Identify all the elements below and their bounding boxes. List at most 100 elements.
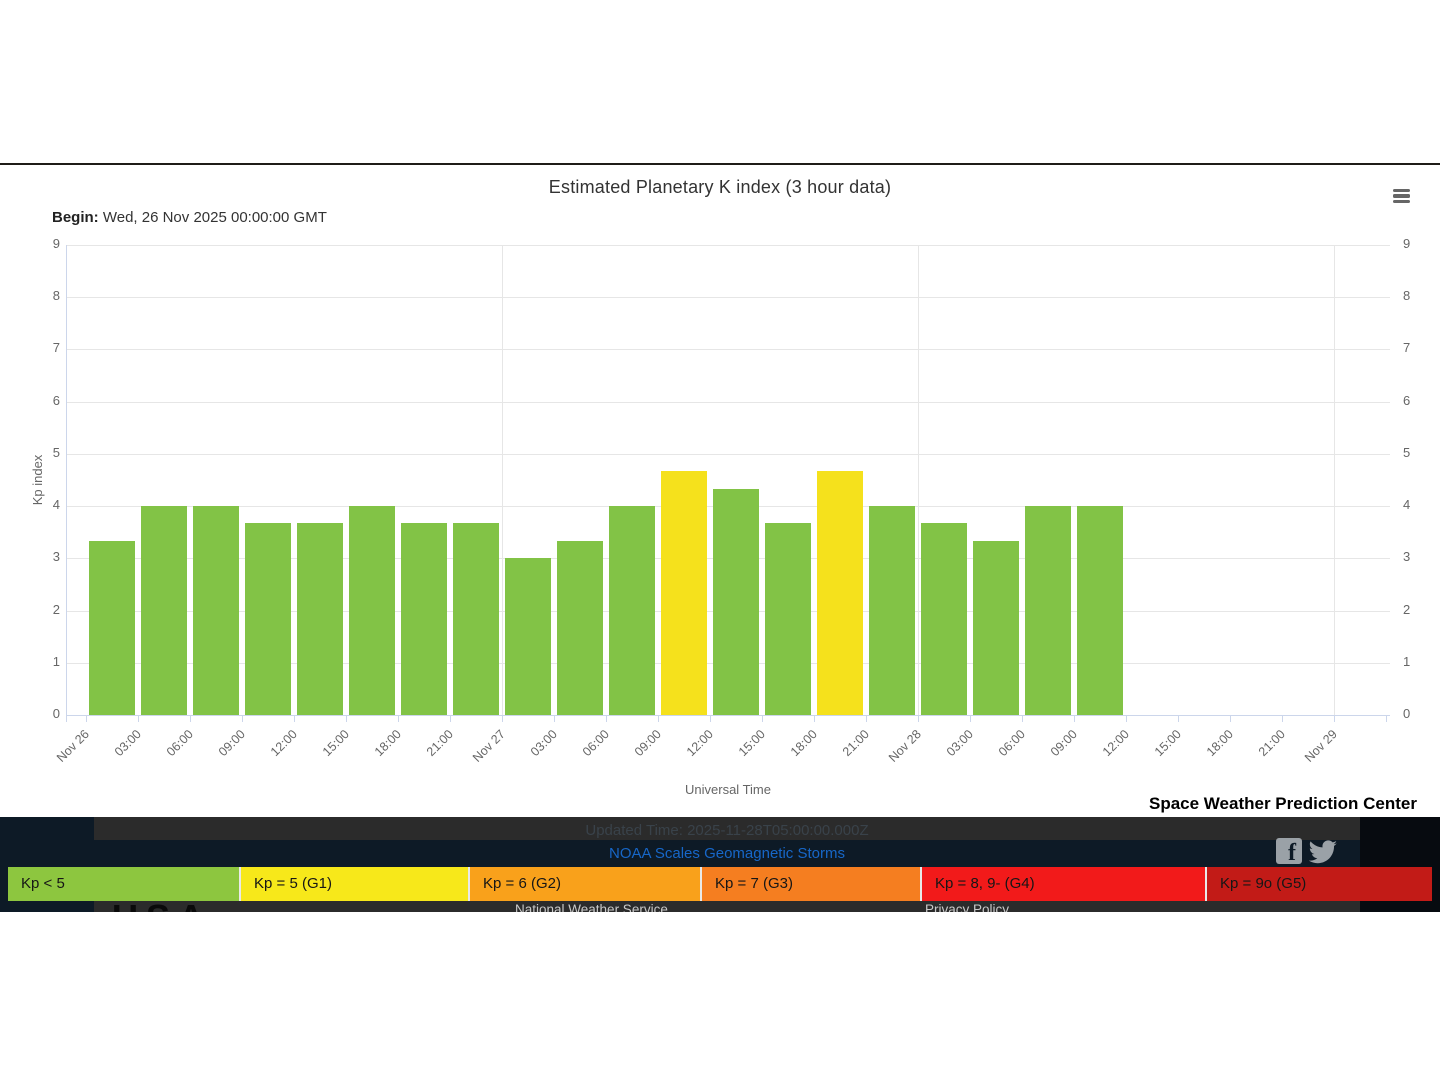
kp-bar[interactable] [1025,506,1071,715]
y-gridline [66,454,1390,455]
y-tick-label: 9 [30,236,60,251]
privacy-policy-link[interactable]: Privacy Policy [925,902,1009,912]
hamburger-icon [1393,200,1410,203]
kp-bar[interactable] [1077,506,1123,715]
kp-bar[interactable] [973,541,1019,715]
y-tick-label: 0 [1403,706,1410,721]
page-footer: Updated Time: 2025-11-28T05:00:00.000Z N… [0,817,1440,912]
kp-bar[interactable] [557,541,603,715]
y-gridline [66,297,1390,298]
kp-bar[interactable] [765,523,811,715]
x-axis-tick [1178,716,1179,722]
y-tick-label: 4 [1403,497,1410,512]
kp-bar[interactable] [349,506,395,715]
y-tick-label: 4 [30,497,60,512]
x-axis-tick [970,716,971,722]
x-axis-tick [1022,716,1023,722]
x-axis-tick [606,716,607,722]
kp-bar[interactable] [297,523,343,715]
hamburger-icon [1393,189,1410,192]
x-axis-tick [346,716,347,722]
day-gridline [502,245,503,715]
kp-bar[interactable] [661,471,707,715]
y-tick-label: 0 [30,706,60,721]
y-tick-label: 7 [1403,340,1410,355]
begin-value: Wed, 26 Nov 2025 00:00:00 GMT [103,209,327,226]
x-axis-tick [1074,716,1075,722]
x-axis-tick [658,716,659,722]
y-tick-label: 3 [1403,549,1410,564]
x-axis-tick [190,716,191,722]
twitter-icon[interactable] [1309,840,1337,864]
x-axis-tick [918,716,919,722]
day-gridline [918,245,919,715]
kp-bar[interactable] [713,489,759,715]
y-tick-label: 7 [30,340,60,355]
kp-bar[interactable] [817,471,863,715]
x-axis-tick [1126,716,1127,722]
kp-bar[interactable] [609,506,655,715]
y-tick-label: 2 [1403,602,1410,617]
hamburger-icon [1393,194,1410,197]
day-gridline [1334,245,1335,715]
x-axis-tick [762,716,763,722]
legend-segment: Kp = 9o (G5) [1205,867,1432,901]
facebook-icon[interactable]: f [1276,838,1302,864]
x-axis-tick [502,716,503,722]
x-axis-tick [814,716,815,722]
updated-time-label: Updated Time: 2025-11-28T05:00:00.000Z [94,822,1360,839]
x-axis-tick [398,716,399,722]
kp-bar[interactable] [193,506,239,715]
begin-label: Begin: [52,209,99,226]
legend-segment: Kp = 8, 9- (G4) [920,867,1205,901]
x-axis-tick [1334,716,1335,722]
footer-gray-strip-bottom [94,901,1360,912]
y-tick-label: 5 [30,445,60,460]
usa-gov-logo: USA [112,897,212,912]
y-tick-label: 1 [30,654,60,669]
kp-bar[interactable] [921,523,967,715]
x-axis-tick [1230,716,1231,722]
kp-bar[interactable] [869,506,915,715]
attribution-label: Space Weather Prediction Center [1149,794,1417,814]
begin-time-label: Begin: Wed, 26 Nov 2025 00:00:00 GMT [52,209,327,226]
y-tick-label: 3 [30,549,60,564]
chart-title: Estimated Planetary K index (3 hour data… [420,177,1020,198]
y-tick-label: 6 [1403,393,1410,408]
x-axis-tick [294,716,295,722]
x-axis-tick [710,716,711,722]
x-axis-tick [1386,716,1387,722]
y-tick-label: 6 [30,393,60,408]
x-axis-tick [138,716,139,722]
y-gridline [66,349,1390,350]
y-tick-label: 1 [1403,654,1410,669]
kp-bar[interactable] [141,506,187,715]
noaa-scales-link[interactable]: NOAA Scales Geomagnetic Storms [94,845,1360,862]
x-axis-tick [554,716,555,722]
legend-segment: Kp = 7 (G3) [700,867,920,901]
x-axis-tick [86,716,87,722]
legend-segment: Kp = 5 (G1) [239,867,468,901]
chart-context-menu-button[interactable] [1393,187,1411,205]
legend-segment: Kp < 5 [8,867,239,901]
kp-bar[interactable] [245,523,291,715]
y-gridline [66,245,1390,246]
y-axis-line [66,245,67,722]
kp-bar[interactable] [453,523,499,715]
y-gridline [66,402,1390,403]
swpc-kp-index-page: Estimated Planetary K index (3 hour data… [0,0,1440,1080]
y-tick-label: 8 [30,288,60,303]
kp-bar[interactable] [89,541,135,715]
x-axis-tick [866,716,867,722]
x-axis-line [66,715,1390,716]
x-axis-tick [1282,716,1283,722]
kp-bar[interactable] [505,558,551,715]
legend-segment: Kp = 6 (G2) [468,867,700,901]
y-tick-label: 8 [1403,288,1410,303]
top-divider [0,163,1440,165]
y-tick-label: 5 [1403,445,1410,460]
nws-link[interactable]: National Weather Service [515,902,668,912]
kp-scale-legend: Kp < 5Kp = 5 (G1)Kp = 6 (G2)Kp = 7 (G3)K… [0,867,1440,901]
kp-bar[interactable] [401,523,447,715]
x-axis-tick [450,716,451,722]
